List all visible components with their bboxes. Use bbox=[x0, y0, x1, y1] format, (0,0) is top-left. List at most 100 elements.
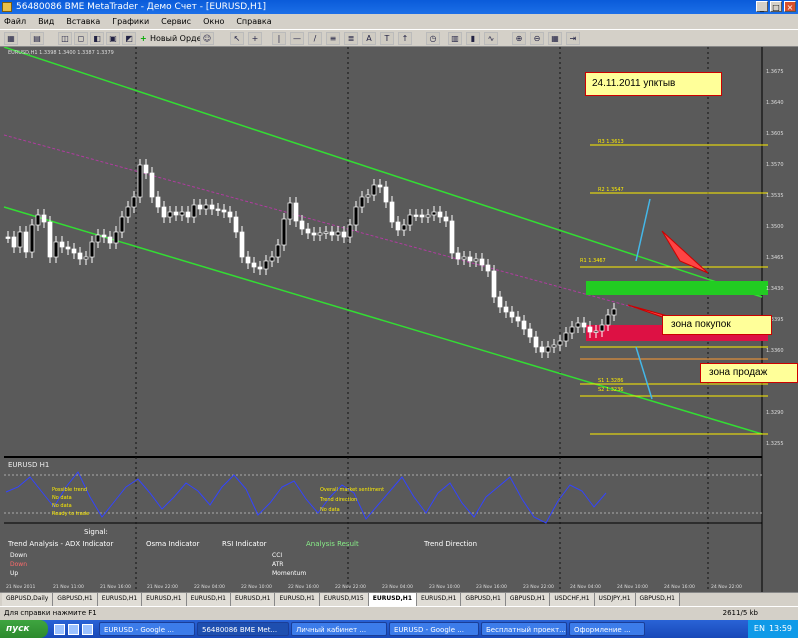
candle-body bbox=[539, 346, 545, 353]
time-scale-label: 24 Nov 04:00 bbox=[570, 584, 601, 590]
menu-window[interactable]: Окно bbox=[203, 17, 224, 26]
quick-launch-icon[interactable] bbox=[82, 623, 93, 635]
indicator-left-label: No data bbox=[52, 495, 72, 501]
candle-body bbox=[407, 214, 413, 226]
chart-tab-active[interactable]: EURUSD,H1 bbox=[368, 593, 417, 606]
menu-view[interactable]: Вид bbox=[38, 17, 54, 26]
expert-advisors-icon[interactable]: ☺ bbox=[200, 32, 214, 45]
minimize-button[interactable]: _ bbox=[756, 1, 768, 12]
price-pane bbox=[4, 47, 762, 455]
chart-tab[interactable]: EURUSD,H1 bbox=[417, 593, 462, 606]
zoom-in-icon[interactable]: ⊕ bbox=[512, 32, 526, 45]
quick-launch-icon[interactable] bbox=[54, 623, 65, 635]
candlestick-icon[interactable]: ▮ bbox=[466, 32, 480, 45]
chart-tab[interactable]: EURUSD,H1 bbox=[142, 593, 187, 606]
cursor-icon[interactable]: ↖ bbox=[230, 32, 244, 45]
result-up: Up bbox=[10, 570, 18, 577]
chart-window[interactable]: R3 1.3613 R2 1.3547 R1 1.3467 S1 1.3286 S2 1… bbox=[0, 47, 798, 592]
taskbar-item[interactable]: EURUSD - Google ... bbox=[389, 622, 479, 636]
candle-body bbox=[23, 231, 29, 253]
time-scale-label: 23 Nov 16:00 bbox=[476, 584, 507, 590]
candle-body bbox=[17, 231, 23, 248]
candle-body bbox=[197, 204, 203, 210]
taskbar-item-active[interactable]: 56480086 BME Met... bbox=[197, 622, 289, 636]
time-scale-label: 22 Nov 04:00 bbox=[194, 584, 225, 590]
horizontal-line-icon[interactable]: — bbox=[290, 32, 304, 45]
date-note-box[interactable]: 24.11.2011 упктыв bbox=[585, 72, 722, 96]
menu-help[interactable]: Справка bbox=[236, 17, 271, 26]
sell-zone-callout[interactable]: зона продаж bbox=[700, 363, 798, 383]
menu-charts[interactable]: Графики bbox=[112, 17, 149, 26]
candle-body bbox=[443, 216, 449, 222]
zoom-out-icon[interactable]: ⊖ bbox=[530, 32, 544, 45]
chart-tab[interactable]: EURUSD,H1 bbox=[275, 593, 320, 606]
chart-tab[interactable]: GBPUSD,H1 bbox=[53, 593, 98, 606]
crosshair-icon[interactable]: + bbox=[248, 32, 262, 45]
text-label-icon[interactable]: T bbox=[380, 32, 394, 45]
candle-body bbox=[491, 270, 497, 298]
taskbar-item[interactable]: EURUSD - Google ... bbox=[99, 622, 195, 636]
arrows-icon[interactable]: ↑ bbox=[398, 32, 412, 45]
chart-tab[interactable]: GBPUSD,H1 bbox=[635, 593, 680, 606]
candle-body bbox=[323, 231, 329, 234]
line-chart-icon[interactable]: ∿ bbox=[484, 32, 498, 45]
new-order-button[interactable]: Новый Ордер bbox=[138, 32, 207, 45]
candle-body bbox=[167, 211, 173, 218]
chart-tab[interactable]: GBPUSD,H1 bbox=[461, 593, 506, 606]
candle-body bbox=[317, 232, 323, 236]
buy-zone-callout[interactable]: зона покупок bbox=[662, 315, 772, 335]
market-watch-icon[interactable]: ◫ bbox=[58, 32, 72, 45]
close-button[interactable]: × bbox=[784, 1, 796, 12]
menu-file[interactable]: Файл bbox=[4, 17, 26, 26]
time-scale-label: 21 Nov 2011 bbox=[6, 584, 35, 590]
candle-body bbox=[569, 326, 575, 334]
chart-tab[interactable]: EURUSD,H1 bbox=[186, 593, 232, 606]
chart-tab[interactable]: EURUSD,M15 bbox=[319, 593, 369, 606]
chart-tab[interactable]: GBPUSD,H1 bbox=[505, 593, 551, 606]
chart-tab[interactable]: EURUSD,H1 bbox=[97, 593, 143, 606]
equidistant-channel-icon[interactable]: ≡ bbox=[326, 32, 340, 45]
quick-launch-icon[interactable] bbox=[68, 623, 79, 635]
tile-windows-icon[interactable]: ▦ bbox=[548, 32, 562, 45]
chart-tab[interactable]: GBPUSD,Daily bbox=[2, 593, 54, 606]
terminal-icon[interactable]: ▣ bbox=[106, 32, 120, 45]
candle-body bbox=[605, 314, 611, 326]
indicator-right-label: Overall market sentiment bbox=[320, 487, 384, 493]
taskbar-item[interactable]: Личный кабинет ... bbox=[291, 622, 387, 636]
chart-tab[interactable]: EURUSD,H1 bbox=[231, 593, 276, 606]
taskbar-item[interactable]: Бесплатный проект... bbox=[481, 622, 567, 636]
taskbar-item[interactable]: Оформление ... bbox=[569, 622, 645, 636]
candle-body bbox=[311, 232, 317, 236]
trendline-icon[interactable]: / bbox=[308, 32, 322, 45]
language-indicator[interactable]: EN bbox=[754, 620, 765, 638]
candle-body bbox=[485, 264, 491, 272]
candle-body bbox=[131, 196, 137, 208]
vertical-line-icon[interactable]: | bbox=[272, 32, 286, 45]
menu-tools[interactable]: Сервис bbox=[161, 17, 191, 26]
indicator-right-label: Trend direction bbox=[319, 497, 357, 503]
profiles-icon[interactable]: ▤ bbox=[30, 32, 44, 45]
chart-tab[interactable]: USDCHF,H1 bbox=[550, 593, 595, 606]
cci-label: CCI bbox=[272, 552, 282, 559]
maximize-button[interactable]: □ bbox=[770, 1, 782, 12]
data-window-icon[interactable]: ◻ bbox=[74, 32, 88, 45]
chart-tab[interactable]: USDJPY,H1 bbox=[594, 593, 636, 606]
navigator-icon[interactable]: ◧ bbox=[90, 32, 104, 45]
new-chart-icon[interactable]: ▦ bbox=[4, 32, 18, 45]
candle-body bbox=[473, 258, 479, 262]
menu-insert[interactable]: Вставка bbox=[66, 17, 100, 26]
fibonacci-icon[interactable]: ≣ bbox=[344, 32, 358, 45]
autoscroll-icon[interactable]: ⇥ bbox=[566, 32, 580, 45]
period-icon[interactable]: ◷ bbox=[426, 32, 440, 45]
start-button[interactable]: пуск bbox=[0, 620, 48, 638]
buy-zone bbox=[586, 281, 768, 295]
bar-chart-icon[interactable]: ▥ bbox=[448, 32, 462, 45]
price-scale-label: 1.3430 bbox=[766, 286, 784, 292]
time-scale-label: 21 Nov 11:00 bbox=[53, 584, 84, 590]
indicator-left-label: Possible trend bbox=[52, 487, 87, 493]
candle-body bbox=[551, 344, 557, 348]
text-tool-icon[interactable]: A bbox=[362, 32, 376, 45]
strategy-tester-icon[interactable]: ◩ bbox=[122, 32, 136, 45]
pivot-label-2: R1 1.3467 bbox=[580, 258, 606, 264]
candle-body bbox=[155, 196, 161, 208]
